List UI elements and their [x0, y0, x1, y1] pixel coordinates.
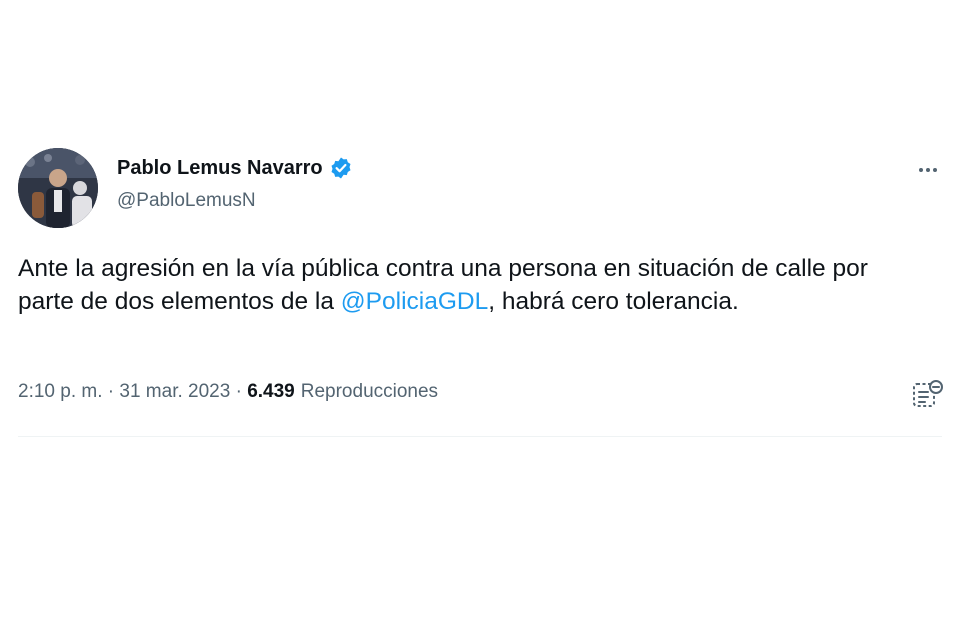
views-count: 6.439 — [247, 381, 295, 402]
tweet-meta: 2:10 p. m. · 31 mar. 2023 · 6.439 Reprodu… — [18, 381, 438, 403]
mention-link[interactable]: @PoliciaGDL — [341, 288, 488, 315]
verified-badge-icon — [329, 156, 353, 180]
avatar[interactable] — [18, 148, 98, 228]
meta-separator: · — [102, 381, 120, 402]
analytics-icon[interactable] — [910, 378, 944, 412]
tweet-text-part: , habrá cero tolerancia. — [488, 288, 739, 315]
author-display-name[interactable]: Pablo Lemus Navarro — [117, 157, 323, 180]
tweet-time[interactable]: 2:10 p. m. — [18, 381, 103, 403]
more-horizontal-icon[interactable] — [910, 158, 946, 182]
more-dot — [926, 168, 930, 172]
tweet-card: Pablo Lemus Navarro @PabloLemusN Ante la… — [0, 0, 960, 640]
author-handle[interactable]: @PabloLemusN — [117, 190, 256, 212]
divider — [18, 436, 942, 437]
tweet-date[interactable]: 31 mar. 2023 — [119, 381, 230, 403]
meta-separator: · — [230, 381, 248, 402]
more-dot — [919, 168, 923, 172]
author-name-row[interactable]: Pablo Lemus Navarro — [117, 156, 353, 180]
views-label: Reproducciones — [300, 381, 439, 402]
more-dot — [933, 168, 937, 172]
tweet-text: Ante la agresión en la vía pública contr… — [18, 252, 918, 318]
